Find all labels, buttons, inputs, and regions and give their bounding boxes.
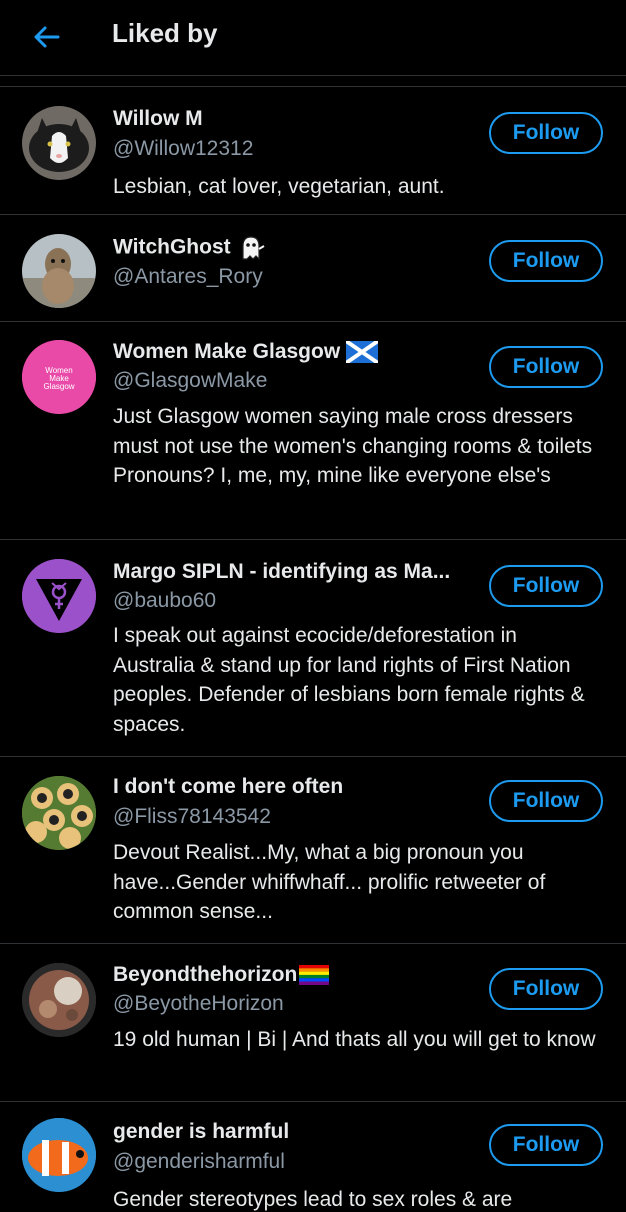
user-bio: I speak out against ecocide/deforestatio… <box>113 624 585 736</box>
liked-by-list: Willow M @Willow12312 Lesbian, cat lover… <box>0 87 626 1212</box>
user-bio: 19 old human | Bi | And thats all you wi… <box>113 1028 596 1051</box>
avatar-text: Glasgow <box>43 382 74 391</box>
follow-button[interactable]: Follow <box>489 240 603 282</box>
avatar[interactable]: Women Make Glasgow <box>22 340 96 414</box>
user-bio: Devout Realist...My, what a big pronoun … <box>113 841 546 923</box>
follow-button[interactable]: Follow <box>489 780 603 822</box>
user-name: WitchGhost <box>113 235 265 261</box>
list-item[interactable]: gender is harmful @genderisharmful Gende… <box>0 1102 626 1212</box>
list-item[interactable]: Women Make Glasgow Women Make Glasgow @G… <box>0 322 626 540</box>
rainbow-flag-icon <box>299 965 330 986</box>
user-name: gender is harmful <box>113 1120 290 1143</box>
user-handle: @Fliss78143542 <box>113 805 271 828</box>
user-name: I don't come here often <box>113 775 344 798</box>
top-app-bar: Liked by <box>0 0 626 76</box>
user-name: Margo SIPLN - identifying as Ma... <box>113 560 451 583</box>
list-item[interactable]: I don't come here often @Fliss78143542 D… <box>0 757 626 944</box>
list-item[interactable]: Willow M @Willow12312 Lesbian, cat lover… <box>0 87 626 215</box>
follow-button[interactable]: Follow <box>489 112 603 154</box>
avatar[interactable] <box>22 106 96 180</box>
user-handle: @Antares_Rory <box>113 265 263 288</box>
user-bio: Lesbian, cat lover, vegetarian, aunt. <box>113 175 445 198</box>
arrow-left-icon[interactable] <box>32 22 62 52</box>
user-handle: @BeyotheHorizon <box>113 992 284 1015</box>
scotland-flag-icon <box>346 341 379 364</box>
ghost-icon <box>242 236 265 261</box>
avatar[interactable] <box>22 1118 96 1192</box>
list-item[interactable]: WitchGhost @Antares_Rory Follow <box>0 215 626 322</box>
user-name: Willow M <box>113 107 203 130</box>
avatar[interactable] <box>22 234 96 308</box>
page-title: Liked by <box>112 18 218 48</box>
user-name: Beyondthehorizon <box>113 963 330 987</box>
user-handle: @Willow12312 <box>113 137 254 160</box>
avatar[interactable] <box>22 776 96 850</box>
user-bio: Just Glasgow women saying male cross dre… <box>113 405 593 487</box>
list-item[interactable]: Beyondthehorizon @BeyotheHorizon 19 old … <box>0 944 626 1102</box>
user-handle: @GlasgowMake <box>113 369 268 392</box>
follow-button[interactable]: Follow <box>489 565 603 607</box>
user-handle: @genderisharmful <box>113 1150 285 1173</box>
user-bio: Gender stereotypes lead to sex roles & a… <box>113 1188 513 1211</box>
user-handle: @baubo60 <box>113 589 217 612</box>
follow-button[interactable]: Follow <box>489 968 603 1010</box>
user-name: Women Make Glasgow <box>113 340 379 364</box>
follow-button[interactable]: Follow <box>489 346 603 388</box>
avatar[interactable] <box>22 963 96 1037</box>
list-item[interactable]: Margo SIPLN - identifying as Ma... @baub… <box>0 540 626 757</box>
avatar[interactable] <box>22 559 96 633</box>
follow-button[interactable]: Follow <box>489 1124 603 1166</box>
